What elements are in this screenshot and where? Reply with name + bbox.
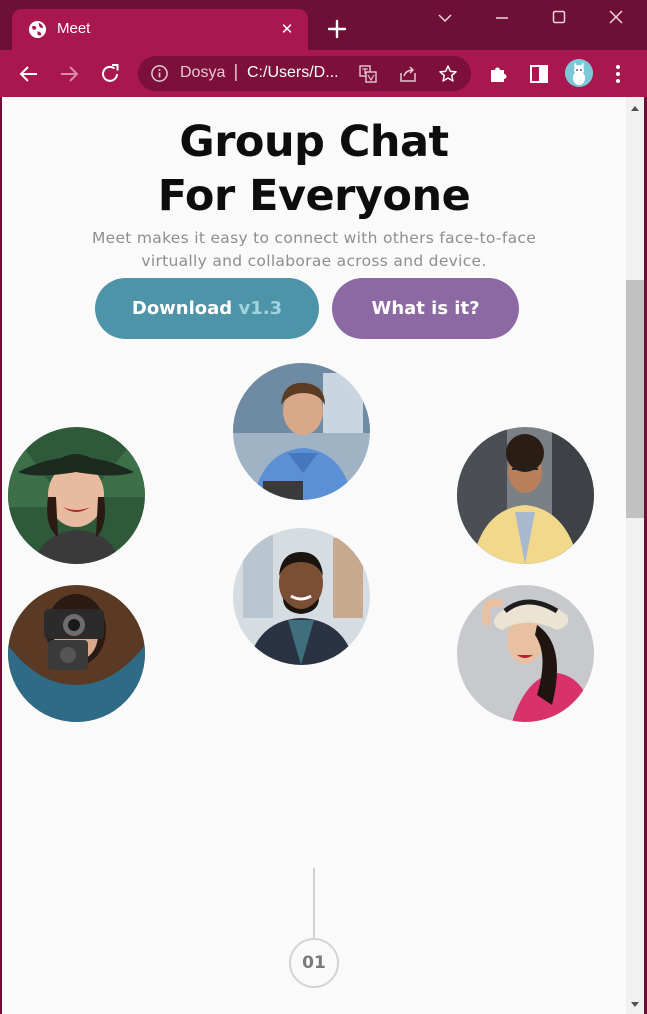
- url-text[interactable]: C:/Users/D...: [247, 64, 339, 82]
- page-content: Group Chat For Everyone Meet makes it ea…: [2, 97, 626, 1014]
- download-button[interactable]: Download v1.3: [95, 278, 319, 339]
- tab-strip: Meet ✕: [0, 0, 647, 50]
- maximize-icon[interactable]: [546, 6, 572, 30]
- separator: |: [233, 62, 239, 82]
- what-is-it-label: What is it?: [371, 298, 480, 319]
- what-is-it-button[interactable]: What is it?: [332, 278, 519, 339]
- site-name: Dosya: [180, 64, 226, 81]
- extensions-icon[interactable]: [487, 62, 511, 86]
- address-bar[interactable]: Dosya | C:/Users/D...: [138, 56, 471, 91]
- hero-title: Group Chat For Everyone: [2, 115, 626, 223]
- tab-meet[interactable]: Meet ✕: [12, 9, 308, 50]
- browser-toolbar: Dosya | C:/Users/D...: [0, 50, 647, 97]
- hero-subtitle-line2: virtually and collaborae across and devi…: [141, 252, 487, 270]
- step-number: 01: [289, 938, 339, 988]
- translate-icon[interactable]: [358, 64, 378, 84]
- scrollbar-thumb[interactable]: [626, 280, 644, 518]
- avatar-man-yellow-shirt: [457, 427, 594, 564]
- plus-icon[interactable]: [324, 16, 350, 42]
- avatar-man-suit: [233, 528, 370, 665]
- hero-title-line2: For Everyone: [157, 171, 471, 221]
- download-version: v1.3: [238, 298, 283, 319]
- tab-title: Meet: [57, 20, 91, 37]
- browser-window: Meet ✕ Dosya | C:/Users/D... Group Chat …: [0, 0, 647, 1014]
- globe-icon: [28, 20, 47, 39]
- avatar-woman-white-hat: [457, 585, 594, 722]
- avatar-woman-black-hat: [8, 427, 145, 564]
- forward-icon[interactable]: [57, 62, 81, 86]
- download-label: Download: [131, 298, 233, 319]
- hero-subtitle: Meet makes it easy to connect with other…: [2, 227, 626, 273]
- hero-subtitle-line1: Meet makes it easy to connect with other…: [91, 229, 537, 247]
- reload-icon[interactable]: [98, 62, 122, 86]
- info-icon[interactable]: [150, 64, 169, 83]
- star-icon[interactable]: [438, 64, 458, 84]
- hero-title-line1: Group Chat: [179, 117, 449, 167]
- avatar-woman-camera: [8, 585, 145, 722]
- scroll-up-arrow-icon[interactable]: [626, 101, 644, 115]
- minimize-icon[interactable]: [489, 6, 515, 30]
- scrollbar-track[interactable]: [626, 97, 644, 1014]
- sidepanel-icon[interactable]: [527, 62, 551, 86]
- avatar-man-blue-shirt: [233, 363, 370, 500]
- profile-avatar[interactable]: [565, 59, 593, 87]
- timeline-line: [313, 868, 315, 938]
- close-window-icon[interactable]: [603, 6, 629, 30]
- menu-icon[interactable]: [606, 62, 630, 86]
- back-icon[interactable]: [17, 62, 41, 86]
- chevron-down-icon[interactable]: [432, 6, 458, 30]
- share-icon[interactable]: [398, 64, 418, 84]
- close-icon[interactable]: ✕: [276, 18, 298, 40]
- scroll-down-arrow-icon[interactable]: [626, 998, 644, 1012]
